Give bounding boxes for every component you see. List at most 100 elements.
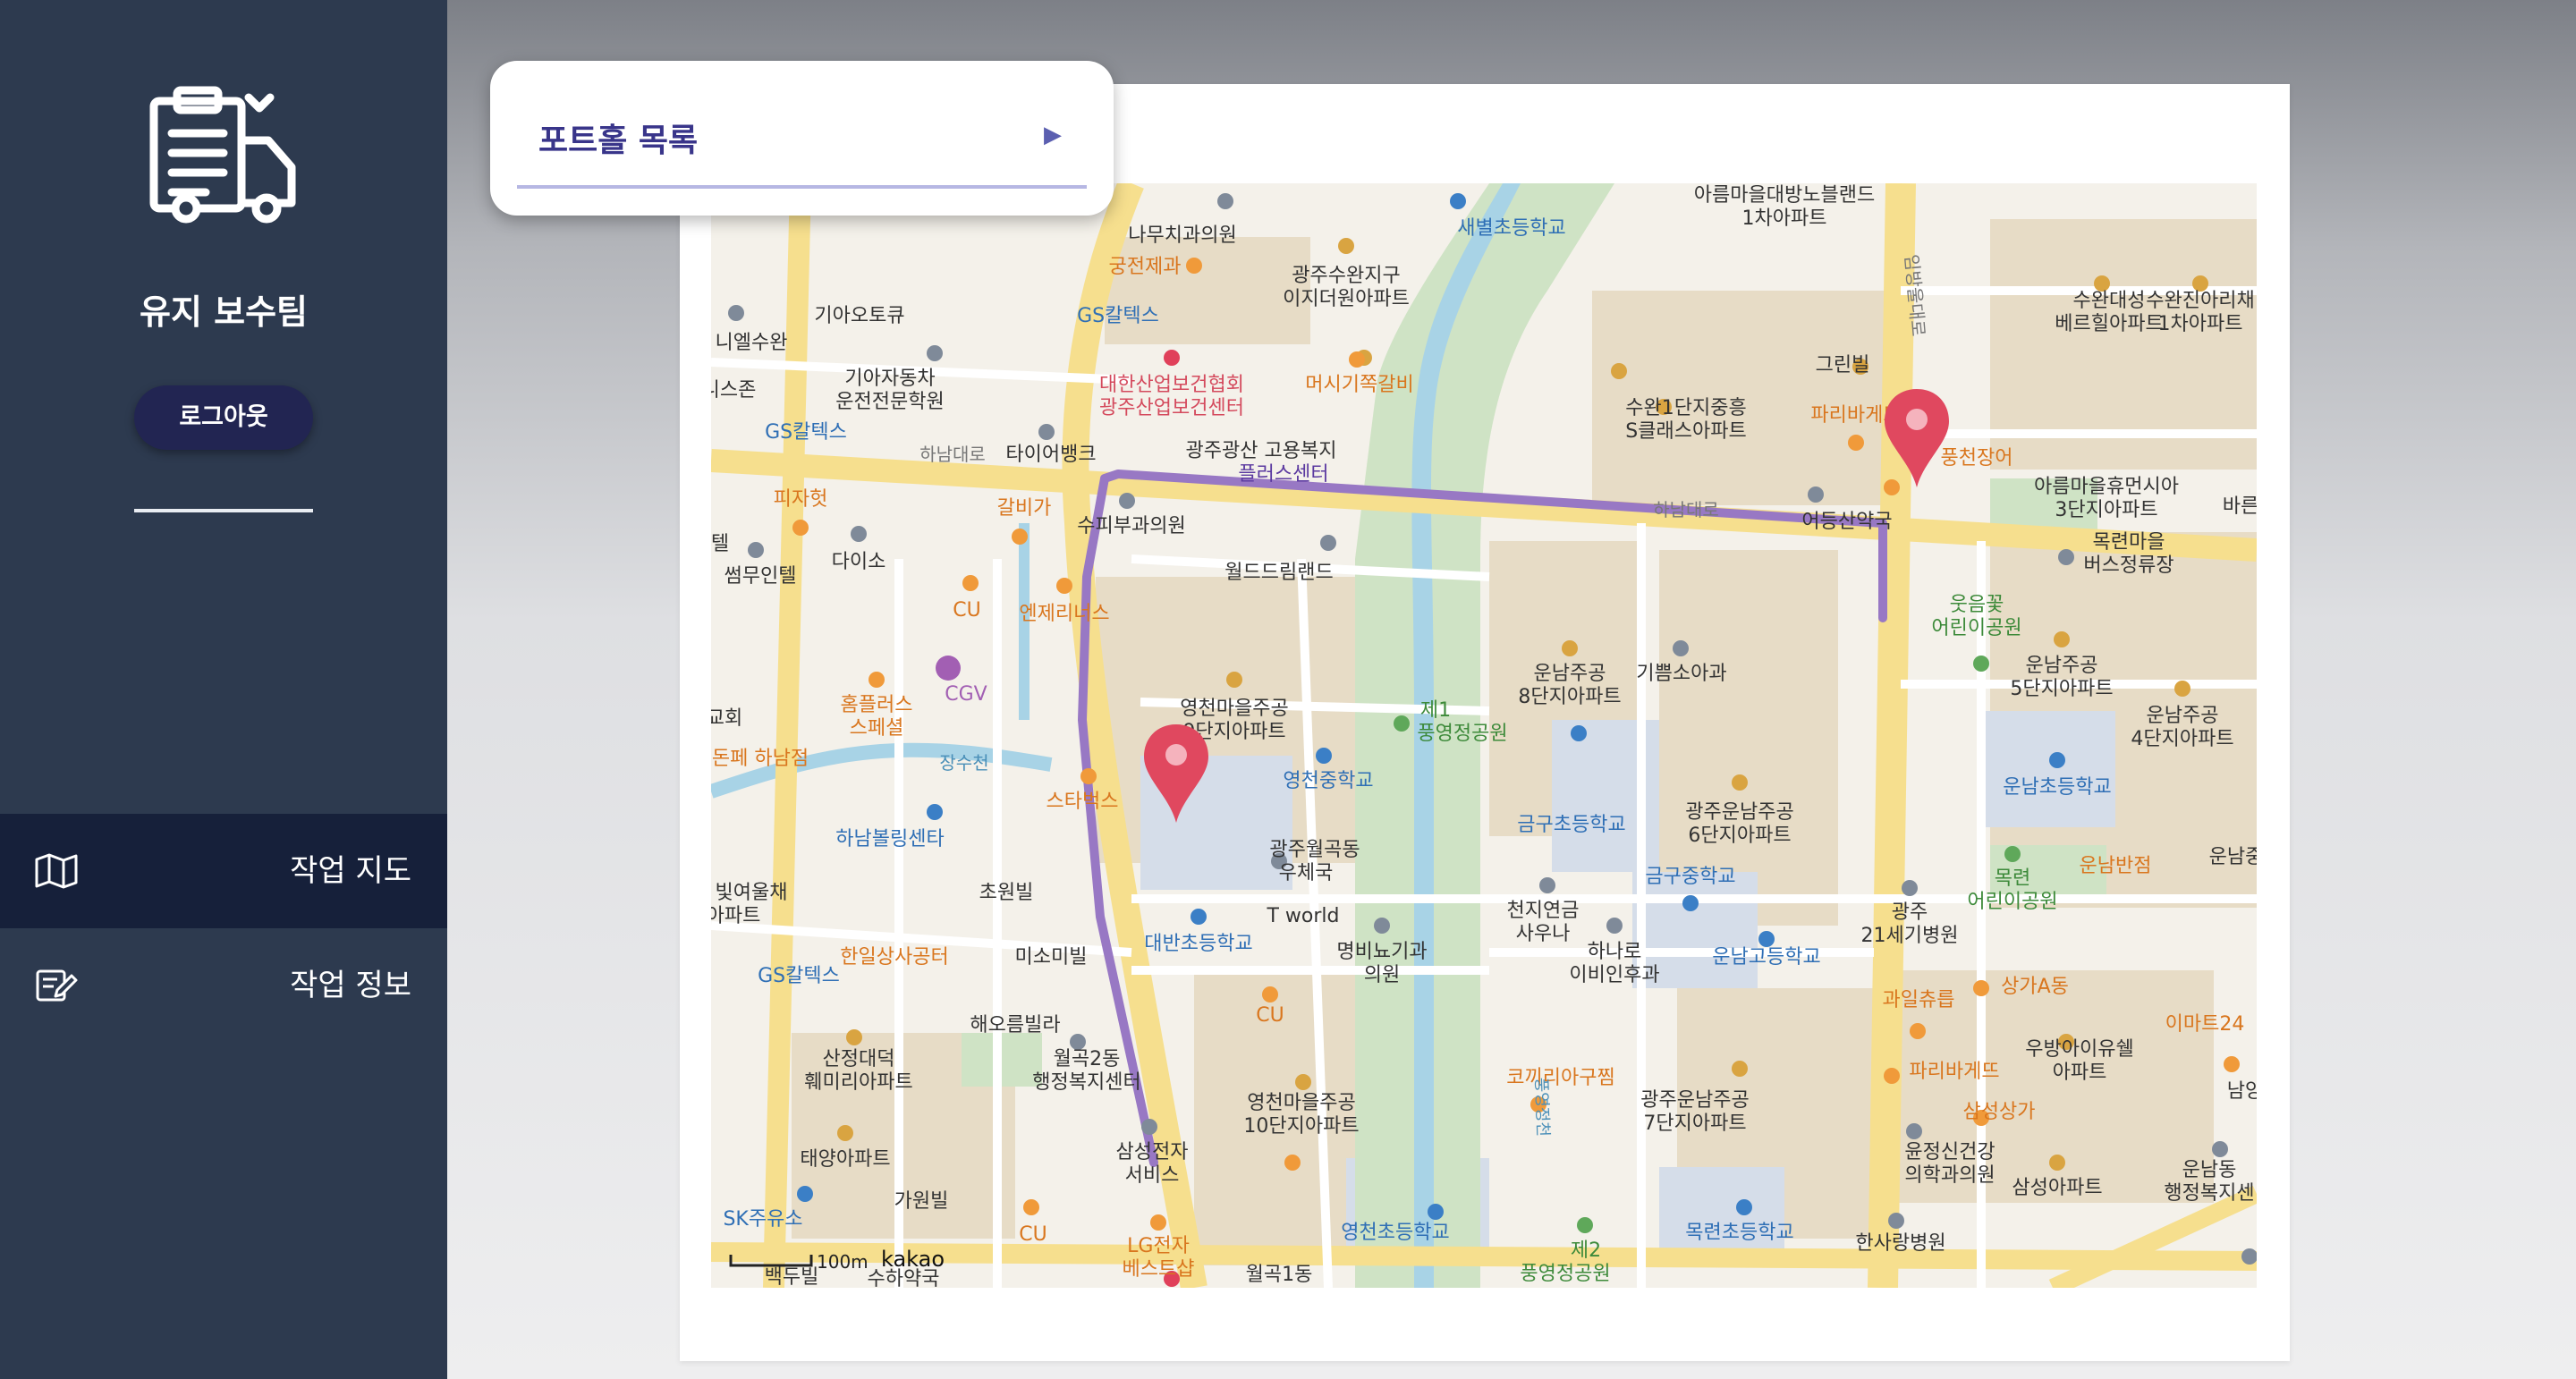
map-label: 과일츄릅 xyxy=(1883,989,1955,1011)
map-label: 한일상사공터 xyxy=(840,946,948,969)
map-label: 의학과의원 xyxy=(1904,1164,1995,1187)
map-label: 월곡1동 xyxy=(1246,1264,1313,1286)
map-label: 3단지아파트 xyxy=(2055,499,2157,521)
map-label: 영천마을주공 xyxy=(1180,698,1288,720)
map-label: 의원 xyxy=(1364,964,1400,986)
map-label: 제2 xyxy=(1571,1239,1601,1262)
map-label: 금구초등학교 xyxy=(1517,814,1625,836)
map-label: 이비인후과 xyxy=(1569,964,1659,986)
map-label: 금구중학교 xyxy=(1645,866,1735,888)
map-label: 풍천장어 xyxy=(1941,447,2013,470)
map-label: 서비스 xyxy=(1125,1164,1180,1187)
map-label: 행정복지센 xyxy=(2164,1182,2254,1205)
sidebar: 유지 보수팀 로그아웃 작업 지도 작업 정보 xyxy=(0,0,447,1379)
map-label: 초원빌 xyxy=(979,882,1034,904)
work-map[interactable]: 나무치과의원 새별초등학교 아름마을대방노블랜드 1차아파트 궁전제과 광주수완… xyxy=(711,183,2257,1288)
map-label: 6단지아파트 xyxy=(1688,825,1791,847)
map-label: 목련초등학교 xyxy=(1685,1222,1793,1244)
map-label: 다이소 xyxy=(832,551,886,573)
map-label: 한사랑병원 xyxy=(1855,1232,1945,1255)
dropdown-underline xyxy=(517,185,1087,189)
map-label: 텔 xyxy=(711,533,729,555)
map-label: 훼미리아파트 xyxy=(804,1071,912,1094)
pothole-list-title: 포트홀 목록 xyxy=(538,123,699,159)
map-label: 5단지아파트 xyxy=(2010,678,2113,700)
map-label: 운남초등학교 xyxy=(2003,776,2111,799)
map-label: 광주수완지구 xyxy=(1292,265,1400,287)
maintenance-truck-icon xyxy=(143,85,304,228)
pothole-list-dropdown[interactable]: 포트홀 목록 ▶ xyxy=(490,61,1114,216)
map-label: 운남중 xyxy=(2209,846,2257,868)
map-label: 수완1단지중흥 xyxy=(1625,397,1746,419)
map-label: 빛여울채 xyxy=(716,882,788,904)
map-label: 목련 xyxy=(1995,867,2030,890)
map-label: 21세기병원 xyxy=(1861,925,1959,947)
map-label: 그린빌 xyxy=(1816,354,1870,376)
map-label: 1차아파트 xyxy=(2158,313,2243,335)
map-label: 아파트 xyxy=(2053,1062,2107,1084)
map-label: 기아오토큐 xyxy=(814,305,904,327)
map-label: 광주 xyxy=(1892,901,1928,924)
expand-arrow-icon[interactable]: ▶ xyxy=(1044,122,1062,148)
map-label: 스타벅스 xyxy=(1046,791,1119,813)
map-label: CGV xyxy=(945,683,987,706)
map-label: 상가A동 xyxy=(2001,976,2069,998)
map-label: 머시기쪽갈비 xyxy=(1305,374,1413,396)
map-label: 수완진아리채 xyxy=(2146,290,2254,312)
map-label: 7단지아파트 xyxy=(1643,1113,1746,1135)
logout-button[interactable]: 로그아웃 xyxy=(134,385,313,450)
map-label: 운남동 xyxy=(2182,1159,2237,1181)
map-label: 웃음꽃 xyxy=(1950,594,2004,616)
map-label: 피자헛 xyxy=(774,488,828,511)
map-label: 하남볼링센타 xyxy=(835,828,944,850)
map-label: 1차아파트 xyxy=(1742,207,1827,230)
map-label: 가원빌 xyxy=(894,1190,949,1213)
map-label: 운남주공 xyxy=(2147,705,2219,727)
map-label: 삼성상가 xyxy=(1963,1101,2036,1123)
map-label: 광주산업보건센터 xyxy=(1099,397,1244,419)
map-label: LG전자 xyxy=(1127,1235,1190,1257)
map-label: 이마트24 xyxy=(2165,1013,2245,1036)
map-label: 사우나 xyxy=(1516,923,1571,945)
map-label: 삼성전자 xyxy=(1116,1141,1189,1163)
map-label: 코끼리아구찜 xyxy=(1506,1067,1614,1089)
map-label: 태양아파트 xyxy=(800,1148,890,1171)
map-label: 백두빌 xyxy=(765,1266,819,1288)
map-label: 베스트샵 xyxy=(1123,1258,1195,1281)
map-scale-label: 100m xyxy=(817,1251,869,1273)
map-label: 월곡2동 xyxy=(1054,1048,1121,1070)
map-label: 명비뇨기과 xyxy=(1336,941,1427,963)
map-label: 수피부과의원 xyxy=(1077,515,1185,537)
map-label: 어린이공원 xyxy=(1967,891,2057,913)
map-label: 천지연금 xyxy=(1507,900,1580,922)
map-label: 대반초등학교 xyxy=(1144,933,1252,955)
nav-item-work-info[interactable]: 작업 정보 xyxy=(0,928,447,1043)
nav-item-work-map[interactable]: 작업 지도 xyxy=(0,814,447,928)
map-label: 교회 xyxy=(711,707,742,730)
map-label: 플러스센터 xyxy=(1238,463,1328,486)
map-label: 삼성아파트 xyxy=(2012,1177,2102,1199)
map-icon xyxy=(34,853,79,889)
map-label: 우방아이유쉘 xyxy=(2025,1038,2133,1061)
sidebar-divider xyxy=(134,509,313,512)
map-label: 어등산약국 xyxy=(1801,511,1892,533)
map-label: CU xyxy=(1256,1004,1284,1027)
nav-item-label: 작업 정보 xyxy=(290,968,411,1003)
map-label: 썸무인텔 xyxy=(724,565,797,588)
map-label: 광주광산 고용복지 xyxy=(1186,440,1337,462)
map-label: 풍영정공원 xyxy=(1417,723,1507,745)
map-label: 바른 xyxy=(2223,495,2257,518)
map-label: GS칼텍스 xyxy=(758,965,840,987)
map-label: GS칼텍스 xyxy=(1077,305,1159,327)
map-label: 궁전제과 xyxy=(1109,256,1182,278)
map-label: 4단지아파트 xyxy=(2131,728,2233,750)
map-label: 10단지아파트 xyxy=(1243,1115,1359,1138)
map-label: 목련마을 xyxy=(2093,531,2165,554)
map-label: 하남대로 xyxy=(919,444,986,465)
map-label: 하나로 xyxy=(1588,941,1642,963)
map-label: 운남주공 xyxy=(2026,655,2098,677)
map-label: 타이어뱅크 xyxy=(1005,444,1096,466)
map-label: 광주월곡동 xyxy=(1269,839,1360,861)
map-label: S클래스아파트 xyxy=(1625,420,1746,443)
map-label: 새별초등학교 xyxy=(1457,217,1565,240)
